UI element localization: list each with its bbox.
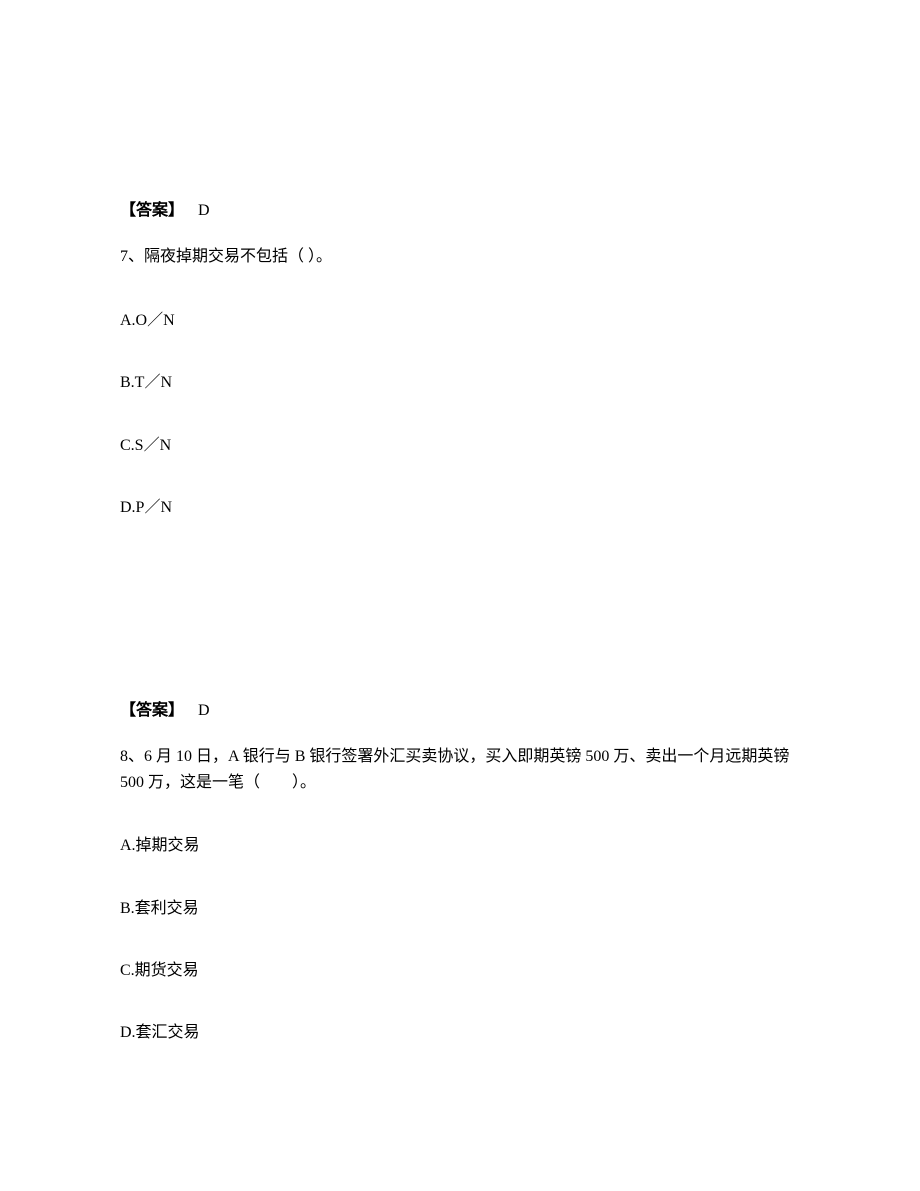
option-7-c: C.S／N [120,435,800,457]
question-text-7: 隔夜掉期交易不包括（ ）。 [144,248,332,265]
option-7-d: D.P／N [120,497,800,519]
question-7: 7、隔夜掉期交易不包括（ ）。 [120,244,800,270]
section-gap [120,560,800,700]
question-text-8: 6 月 10 日，A 银行与 B 银行签署外汇买卖协议，买入即期英镑 500 万… [120,748,789,791]
answer-value-1: D [198,202,210,219]
question-number-7: 7、 [120,248,144,265]
option-8-c: C.期货交易 [120,960,800,982]
option-8-b: B.套利交易 [120,898,800,920]
question-8: 8、6 月 10 日，A 银行与 B 银行签署外汇买卖协议，买入即期英镑 500… [120,744,800,795]
answer-block-2: 【答案】 D [120,700,800,722]
answer-block-1: 【答案】 D [120,200,800,222]
answer-label-2: 【答案】 [120,702,184,719]
question-number-8: 8、 [120,748,144,765]
option-7-b: B.T／N [120,372,800,394]
answer-value-2: D [198,702,210,719]
answer-label-1: 【答案】 [120,202,184,219]
option-7-a: A.O／N [120,310,800,332]
option-8-d: D.套汇交易 [120,1022,800,1044]
option-8-a: A.掉期交易 [120,835,800,857]
